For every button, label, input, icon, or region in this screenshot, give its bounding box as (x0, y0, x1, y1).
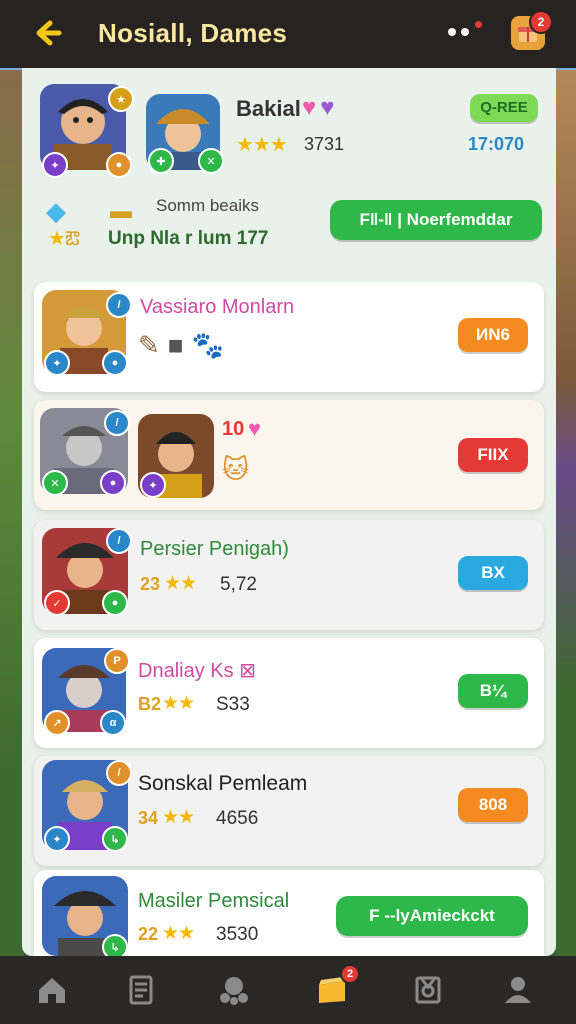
rank-icon: / (106, 292, 132, 318)
element-icon: ● (100, 470, 126, 496)
hero-stars: ★★★ (236, 134, 288, 156)
quest-icon[interactable] (406, 968, 450, 1012)
rank-icon: / (104, 410, 130, 436)
status-value: 17:070 (468, 134, 525, 154)
card-badge[interactable]: FIIX (458, 438, 528, 472)
rank-icon: ★ (108, 86, 134, 112)
list-item[interactable]: ↳ Masiler Pemsical 22 ★★ 3530 F --lyAmie… (34, 870, 544, 960)
card-sub: B2 (138, 694, 162, 714)
card-stars: ★★ (162, 807, 195, 828)
card-sub: 34 (138, 808, 159, 828)
class-icon: ↗ (44, 710, 70, 736)
class-icon: ✦ (42, 152, 68, 178)
class-icon: ✓ (44, 590, 70, 616)
back-arrow-icon[interactable] (30, 16, 64, 50)
guild-icon[interactable] (212, 968, 256, 1012)
page-title: Nosiall, Dames (98, 18, 288, 48)
element-icon: ● (102, 350, 128, 376)
notification-dot (475, 21, 482, 28)
card-rating: 4656 (216, 808, 259, 829)
class-icon: ✕ (42, 470, 68, 496)
rank-icon: / (106, 528, 132, 554)
card-stars: ★★ (162, 693, 195, 714)
background-left-scenery (0, 70, 24, 960)
list-item[interactable]: ✦ ↳ / Sonskal Pemleam 34 ★★ 4656 808 (34, 756, 544, 866)
top-bar: Nosiall, Dames 2 (0, 0, 576, 68)
heart-icon: ♥ (248, 416, 262, 441)
profile-icon[interactable] (496, 968, 540, 1012)
card-stars: ★★ (162, 923, 195, 944)
hero-rating: 3731 (304, 134, 345, 154)
list-item[interactable]: ✓ ● / Persier Penigah) 23 ★★ 5,72 BX (34, 520, 544, 630)
gold-icon: ▬ (110, 198, 132, 223)
rank-icon: / (106, 760, 132, 786)
element-icon: ● (102, 590, 128, 616)
level-icon: ● (106, 152, 132, 178)
card-badge[interactable]: B¼ (458, 674, 528, 708)
featured-hero-card: ✦ ● ★ ✚ ✕ Bakial ♥ ♥ ★★★ 3731 Q-REE 17:07… (34, 76, 544, 264)
chest-badge: 2 (340, 964, 360, 984)
card-sub: 22 (138, 924, 159, 944)
card-rating: S33 (216, 694, 250, 715)
card-name: Persier Penigah) (140, 538, 289, 560)
more-dots-icon[interactable] (448, 28, 469, 36)
list-item[interactable]: ↗ α P Dnaliay Ks ⊠ B2 ★★ S33 B¼ (34, 638, 544, 748)
card-sub: 23 (140, 574, 161, 594)
element-icon: α (100, 710, 126, 736)
card-name: Vassiaro Monlarn (140, 296, 295, 318)
item-icons: ✎ ■ 🐾 (138, 330, 224, 361)
rank-icon: P (104, 648, 130, 674)
reward-stars-icon: ★ఔ (48, 228, 80, 250)
card-stars: ★★ (164, 573, 197, 594)
gift-count-badge: 2 (529, 10, 553, 34)
card-name: Sonskal Pemleam (138, 772, 308, 795)
card-badge[interactable]: ИN6 (458, 318, 528, 352)
reward-label: Somm beaiks (156, 196, 259, 215)
card-name: 10 (222, 418, 245, 440)
class-icon: ✦ (44, 350, 70, 376)
status-badge[interactable]: Q-REE (470, 94, 538, 122)
class-icon-2: ✚ (148, 148, 174, 174)
creature-icon: 🐾 (191, 330, 224, 360)
hero-name: Bakial (236, 96, 301, 121)
class-icon: ✦ (44, 826, 70, 852)
card-badge[interactable]: 808 (458, 788, 528, 822)
cards-icon[interactable] (120, 968, 164, 1012)
claim-button[interactable]: F‖-‖ | Noerfemddar (330, 200, 542, 240)
bottom-nav: 2 (0, 956, 576, 1024)
cat-icon: 🐱 (222, 454, 250, 484)
class-icon-2: ✦ (140, 472, 166, 498)
element-icon-2: ✕ (198, 148, 224, 174)
diamond-icon: ◆ (46, 196, 66, 226)
card-name: Dnaliay Ks ⊠ (138, 660, 256, 682)
reward-sub: Unp Nla r lum 177 (108, 228, 269, 249)
list-item[interactable]: ✕ ● / ✦ 10 ♥ 🐱 FIIX (34, 400, 544, 510)
element-icon: ↳ (102, 826, 128, 852)
background-right-scenery (556, 70, 576, 960)
card-badge[interactable]: BX (458, 556, 528, 590)
card-name: Masiler Pemsical (138, 890, 290, 912)
list-item[interactable]: ✦ ● / Vassiaro Monlarn ✎ ■ 🐾 ИN6 (34, 282, 544, 392)
home-icon[interactable] (30, 968, 74, 1012)
heart-icons: ♥ ♥ (302, 94, 335, 121)
card-action-button[interactable]: F --lyAmieckckt (336, 896, 528, 936)
stone-icon: ■ (167, 330, 184, 360)
torch-icon: ✎ (138, 330, 160, 360)
card-rating: 3530 (216, 924, 259, 945)
card-rating: 5,72 (220, 574, 257, 595)
